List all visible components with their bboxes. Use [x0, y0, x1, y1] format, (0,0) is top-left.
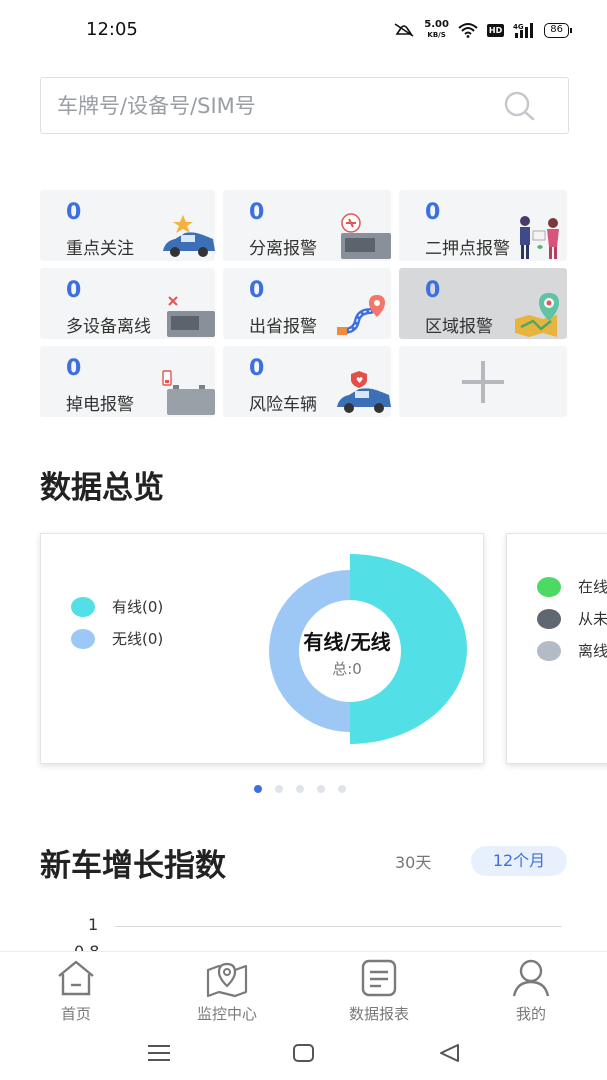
nav-label: 首页 [60, 1005, 91, 1023]
people-deal-icon [520, 216, 559, 259]
pager-dot-5[interactable] [338, 785, 346, 793]
carousel-pager[interactable] [254, 785, 346, 793]
legend-label: 在线 [578, 578, 607, 596]
back-icon[interactable] [436, 1041, 464, 1065]
search-box[interactable] [40, 77, 569, 134]
overview-title: 数据总览 [40, 470, 164, 506]
tile-area-alarm[interactable]: 0 区域报警 [399, 268, 567, 339]
mute-icon [394, 23, 414, 37]
range-30-days-button[interactable]: 30天 [395, 849, 431, 873]
tile-count: 0 [425, 278, 441, 303]
nav-label: 监控中心 [196, 1005, 257, 1023]
tile-label: 二押点报警 [425, 239, 510, 259]
battery-icon: 86 [544, 22, 572, 38]
legend-never: 从未 [537, 608, 607, 629]
search-input[interactable] [57, 88, 477, 124]
tile-count: 0 [249, 278, 265, 303]
pager-dot-1[interactable] [254, 785, 262, 793]
svg-text:4G: 4G [513, 23, 524, 31]
status-bar: 12:05 5.00 KB/S HD 4G 86 [0, 0, 607, 60]
legend-dot [537, 640, 561, 661]
pager-dot-3[interactable] [296, 785, 304, 793]
tile-count: 0 [66, 200, 82, 225]
battery-low-icon [162, 370, 215, 415]
tile-count: 0 [66, 278, 82, 303]
legend-label: 无线(0) [112, 630, 164, 648]
star-car-icon [163, 215, 215, 257]
status-time: 12:05 [86, 19, 138, 40]
legend-wireless: 无线(0) [71, 628, 163, 649]
home-square-icon[interactable] [290, 1041, 318, 1065]
legend-offline: 离线 [537, 640, 607, 661]
online-status-card[interactable]: 在线 从未 离线 [506, 533, 607, 764]
plus-icon [462, 360, 504, 403]
nav-home[interactable]: 首页 [16, 958, 136, 1024]
map-pin-icon [206, 962, 248, 998]
legend-wired: 有线(0) [71, 596, 163, 617]
legend-dot [537, 608, 561, 629]
tile-risk-vehicle[interactable]: 0 风险车辆 ♥ [223, 346, 391, 417]
pager-dot-2[interactable] [275, 785, 283, 793]
report-icon [361, 959, 397, 997]
chart-gridline [115, 926, 562, 927]
tile-label: 出省报警 [249, 317, 317, 337]
nav-mine[interactable]: 我的 [471, 958, 591, 1024]
tile-label: 区域报警 [425, 317, 493, 337]
tile-count: 0 [249, 200, 265, 225]
system-nav-bar [0, 1031, 607, 1080]
svg-text:♥: ♥ [356, 376, 363, 385]
tile-count: 0 [425, 200, 441, 225]
wifi-icon [458, 23, 478, 38]
range-12-months-button[interactable]: 12个月 [471, 846, 567, 876]
donut-center-title: 有线/无线 [303, 630, 391, 654]
y-axis-tick: 1 [88, 915, 99, 934]
tile-label: 多设备离线 [66, 317, 151, 337]
bottom-nav: 首页 监控中心 数据报表 我的 [0, 951, 607, 1031]
nav-monitor-center[interactable]: 监控中心 [167, 958, 287, 1024]
tile-separate-alarm[interactable]: 0 分离报警 [223, 190, 391, 261]
legend-label: 离线 [578, 642, 607, 660]
user-icon [512, 959, 550, 997]
device-separate-icon [341, 213, 391, 259]
tile-count: 0 [66, 356, 82, 381]
tile-label: 重点关注 [66, 239, 134, 259]
pager-dot-4[interactable] [317, 785, 325, 793]
donut-center-total: 总:0 [332, 660, 362, 678]
status-icons: 5.00 KB/S HD 4G 86 [393, 19, 572, 40]
tile-label: 掉电报警 [66, 395, 134, 415]
home-icon [58, 960, 94, 996]
legend-dot [71, 596, 95, 617]
tile-label: 风险车辆 [249, 395, 317, 415]
wired-wireless-card[interactable]: 有线(0) 无线(0) 有线/无线 总:0 [40, 533, 484, 764]
tile-label: 分离报警 [249, 239, 317, 259]
net-speed: 5.00 KB/S [424, 19, 449, 40]
legend-online: 在线 [537, 576, 607, 597]
legend-dot [71, 628, 95, 649]
search-icon[interactable] [502, 91, 538, 121]
nav-label: 数据报表 [348, 1005, 409, 1023]
tile-multi-offline[interactable]: 0 多设备离线 [40, 268, 215, 339]
risk-car-icon: ♥ [337, 371, 391, 413]
area-map-icon [515, 293, 559, 337]
tile-power-loss[interactable]: 0 掉电报警 [40, 346, 215, 417]
add-tile-button[interactable] [399, 346, 567, 417]
legend-dot [537, 576, 561, 597]
growth-title: 新车增长指数 [40, 848, 226, 884]
device-offline-icon [167, 296, 215, 337]
route-pin-icon [337, 295, 385, 335]
signal-icon: 4G [513, 23, 534, 38]
nav-label: 我的 [515, 1005, 546, 1023]
menu-icon[interactable] [145, 1041, 173, 1065]
hd-icon: HD [486, 23, 505, 37]
legend-label: 从未 [578, 610, 607, 628]
tile-out-province[interactable]: 0 出省报警 [223, 268, 391, 339]
legend-label: 有线(0) [112, 598, 164, 616]
tile-focus[interactable]: 0 重点关注 [40, 190, 215, 261]
nav-data-report[interactable]: 数据报表 [319, 958, 439, 1024]
tile-count: 0 [249, 356, 265, 381]
tile-pledge-alarm[interactable]: 0 二押点报警 [399, 190, 567, 261]
